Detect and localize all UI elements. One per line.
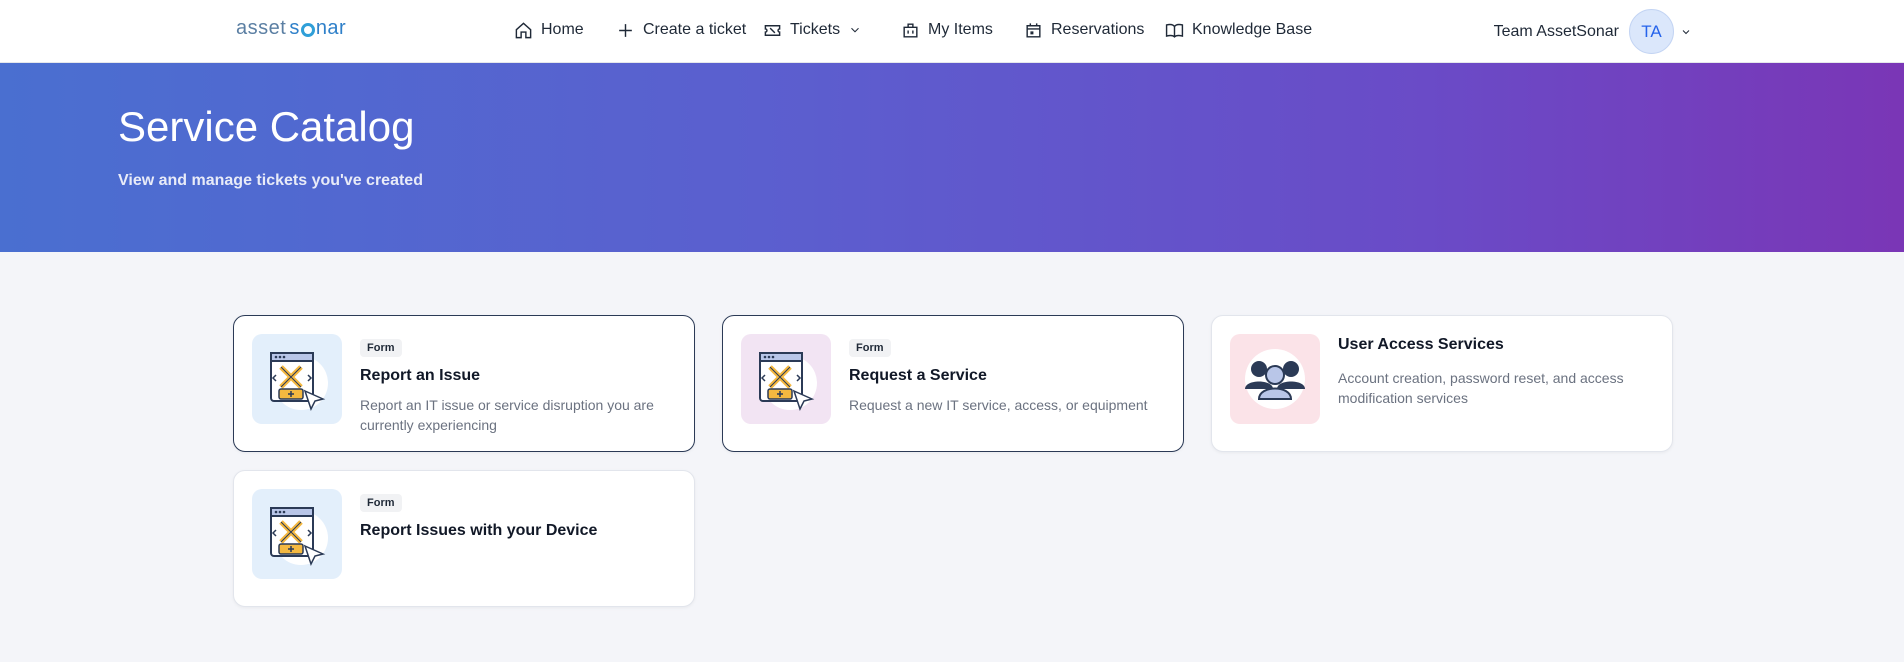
card-description: Request a new IT service, access, or equ… <box>849 397 1148 413</box>
form-badge: Form <box>360 494 402 512</box>
chevron-down-icon <box>851 27 859 33</box>
card-title: Report Issues with your Device <box>360 522 598 539</box>
main-nav: Home Create a ticket Tickets My Items Re… <box>514 19 1312 41</box>
calendar-icon <box>1026 22 1041 38</box>
card-report-an-issue[interactable]: Form Report an Issue Report an IT issue … <box>233 315 695 452</box>
nav-create-ticket-label: Create a ticket <box>643 21 747 38</box>
card-body: User Access Services Account creation, p… <box>1338 336 1652 408</box>
user-menu[interactable]: Team AssetSonar TA <box>1494 9 1692 54</box>
card-report-device-issues[interactable]: Form Report Issues with your Device <box>233 470 695 607</box>
form-tools-icon <box>270 352 328 411</box>
form-badge: Form <box>849 339 891 357</box>
card-icon-box <box>741 334 831 424</box>
card-body: Form Request a Service Request a new IT … <box>849 338 1163 415</box>
card-body: Form Report an Issue Report an IT issue … <box>360 338 674 435</box>
nav-my-items[interactable]: My Items <box>901 19 1024 41</box>
card-description: Report an IT issue or service disruption… <box>360 397 654 433</box>
hero-banner: Service Catalog View and manage tickets … <box>0 63 1904 252</box>
page-title: Service Catalog <box>118 103 415 150</box>
card-request-a-service[interactable]: Form Request a Service Request a new IT … <box>722 315 1184 452</box>
nav-reservations[interactable]: Reservations <box>1024 19 1165 41</box>
card-title: User Access Services <box>1338 336 1504 353</box>
card-body: Form Report Issues with your Device <box>360 493 674 540</box>
card-title: Request a Service <box>849 367 987 384</box>
plus-icon <box>619 23 632 37</box>
users-group-icon <box>1245 349 1305 409</box>
card-user-access-services[interactable]: User Access Services Account creation, p… <box>1211 315 1673 452</box>
page-subtitle: View and manage tickets you've created <box>118 172 423 189</box>
nav-home[interactable]: Home <box>514 19 616 41</box>
nav-tickets[interactable]: Tickets <box>763 19 901 41</box>
nav-home-label: Home <box>541 21 584 38</box>
nav-create-ticket[interactable]: Create a ticket <box>616 19 763 41</box>
home-icon <box>515 21 532 38</box>
user-name: Team AssetSonar <box>1493 22 1619 40</box>
nav-my-items-label: My Items <box>928 21 993 38</box>
card-icon-box <box>252 334 342 424</box>
briefcase-icon <box>903 22 918 38</box>
card-description: Account creation, password reset, and ac… <box>1338 370 1624 406</box>
avatar[interactable]: TA <box>1629 9 1674 54</box>
nav-reservations-label: Reservations <box>1051 21 1145 38</box>
assetsonar-logo[interactable]: asset s nar <box>236 17 346 40</box>
form-tools-icon <box>759 352 817 411</box>
logo-text-right: nar <box>315 17 347 39</box>
nav-tickets-label: Tickets <box>790 21 841 38</box>
card-icon-box <box>252 489 342 579</box>
card-icon-box <box>1230 334 1320 424</box>
nav-knowledge-base-label: Knowledge Base <box>1192 21 1313 38</box>
ticket-icon <box>764 24 781 36</box>
form-badge: Form <box>360 339 402 357</box>
form-tools-icon <box>270 507 328 566</box>
nav-knowledge-base[interactable]: Knowledge Base <box>1165 19 1312 41</box>
chevron-down-icon[interactable] <box>1680 26 1692 38</box>
card-title: Report an Issue <box>360 367 481 384</box>
book-icon <box>1165 23 1184 38</box>
logo-ring-icon <box>300 22 315 37</box>
top-navbar: asset s nar Home Create a ticket Tickets … <box>0 0 1904 63</box>
logo-text-left: asset <box>236 17 287 39</box>
